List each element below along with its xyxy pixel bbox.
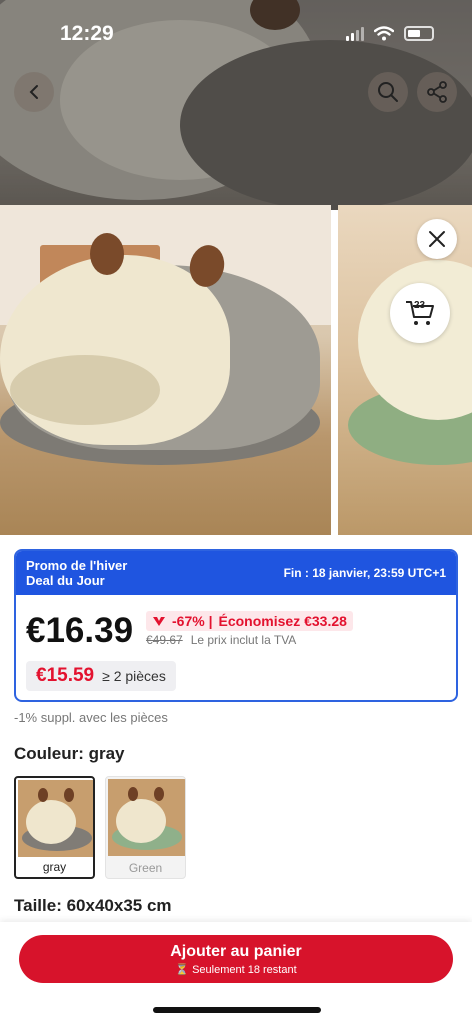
color-option-label: Green [128, 861, 163, 875]
status-bar: 12:29 [0, 0, 472, 64]
color-option-green[interactable]: Green [105, 776, 186, 879]
back-button[interactable] [14, 72, 54, 112]
close-icon [429, 231, 445, 247]
add-to-cart-label: Ajouter au panier [170, 942, 302, 960]
image-carousel[interactable] [0, 205, 472, 535]
vat-note: Le prix inclut la TVA [190, 633, 297, 647]
price-details: €49.67 Le prix inclut la TVA [146, 633, 296, 647]
color-label: Couleur: gray [14, 744, 125, 763]
size-label: Taille: 60x40x35 cm [14, 896, 172, 915]
cart-button[interactable]: 23 [390, 283, 450, 343]
swatch-image-gray [18, 780, 93, 857]
status-time: 12:29 [60, 22, 114, 45]
wifi-icon [374, 26, 394, 41]
down-arrow-icon [153, 617, 165, 626]
bulk-price-box: €15.59 ≥ 2 pièces [26, 661, 176, 691]
color-option-gray[interactable]: gray [14, 776, 95, 879]
product-image-green[interactable] [338, 205, 472, 535]
cart-count-badge: 23 [414, 300, 426, 311]
promo-card: Promo de l'hiver Deal du Jour Fin : 18 j… [14, 549, 458, 702]
color-options: gray Green [14, 776, 186, 879]
promo-header: Promo de l'hiver Deal du Jour Fin : 18 j… [16, 551, 456, 595]
battery-icon [404, 26, 434, 41]
promo-title: Promo de l'hiver Deal du Jour [26, 558, 128, 588]
promo-end-time: Fin : 18 janvier, 23:59 UTC+1 [283, 566, 446, 580]
extra-discount-note: -1% suppl. avec les pièces [14, 710, 168, 725]
bulk-quantity: ≥ 2 pièces [102, 668, 166, 684]
product-image-gray[interactable] [0, 205, 331, 535]
bulk-price: €15.59 [36, 665, 95, 686]
signal-icon [346, 26, 364, 41]
add-to-cart-button[interactable]: Ajouter au panier ⏳ Seulement 18 restant [19, 935, 453, 983]
share-icon [427, 81, 447, 103]
home-indicator [153, 1007, 321, 1013]
chevron-left-icon [29, 85, 38, 99]
swatch-image-green [108, 779, 185, 856]
close-button[interactable] [417, 219, 457, 259]
current-price: €16.39 [26, 611, 134, 650]
stock-note: ⏳ Seulement 18 restant [175, 963, 297, 976]
color-option-label: gray [42, 860, 67, 874]
original-price: €49.67 [146, 633, 183, 647]
status-icons [346, 26, 434, 41]
discount-badge: -67% | Économisez €33.28 [146, 611, 353, 631]
search-button[interactable] [368, 72, 408, 112]
bottom-action-bar: Ajouter au panier ⏳ Seulement 18 restant [0, 922, 472, 1024]
search-icon [378, 82, 398, 102]
share-button[interactable] [417, 72, 457, 112]
